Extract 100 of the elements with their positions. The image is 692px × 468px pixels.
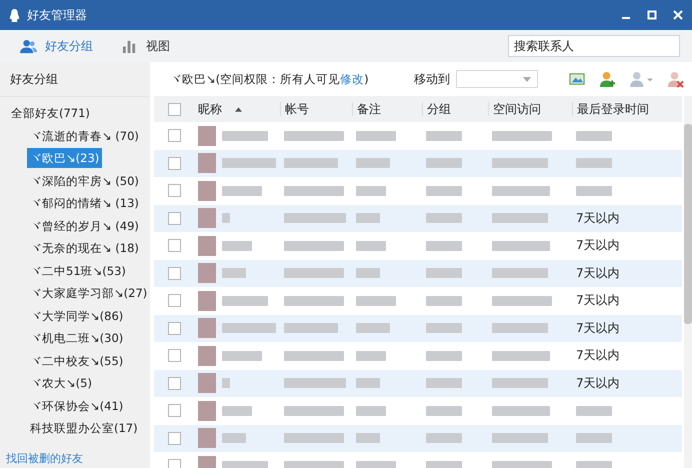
table-cell: 7天以内 xyxy=(576,210,620,227)
blurred-text xyxy=(284,350,344,361)
blurred-text xyxy=(492,350,550,361)
blurred-text xyxy=(426,296,462,306)
tree-item[interactable]: ヾ大学同学↘(86) xyxy=(27,306,126,326)
avatar-placeholder xyxy=(198,263,216,284)
blurred-text xyxy=(222,296,268,306)
row-checkbox[interactable] xyxy=(168,129,180,142)
blurred-text xyxy=(492,186,550,196)
blurred-text xyxy=(576,186,612,196)
caret-icon xyxy=(523,76,531,82)
search-field[interactable]: 搜索联系人 xyxy=(508,35,680,57)
row-checkbox[interactable] xyxy=(168,349,180,362)
close-icon[interactable] xyxy=(672,9,684,21)
blurred-text xyxy=(492,433,548,444)
blurred-text xyxy=(222,158,276,168)
group-permission-text: ヾ欧巴↘(空间权限：所有人可见修改) xyxy=(170,72,369,86)
blurred-text xyxy=(356,268,380,278)
scrollbar[interactable] xyxy=(684,96,692,468)
remove-person-icon[interactable] xyxy=(667,70,684,88)
person-dropdown-icon[interactable] xyxy=(629,70,654,88)
tree-item[interactable]: ヾ二中51班↘(53) xyxy=(27,260,129,280)
blurred-text xyxy=(492,213,548,224)
table-cell: 7天以内 xyxy=(576,374,620,392)
tree-item[interactable]: ヾ机电二班↘(30) xyxy=(27,328,126,348)
tree-item[interactable]: ヾ二中校友↘(55) xyxy=(27,350,126,370)
row-checkbox[interactable] xyxy=(168,266,180,280)
blurred-text xyxy=(426,240,462,251)
tree-item[interactable]: ヾ农大↘(5) xyxy=(27,373,95,393)
blurred-text xyxy=(284,378,346,388)
blurred-text xyxy=(576,433,612,444)
blurred-text xyxy=(356,158,390,168)
blurred-text xyxy=(356,130,396,141)
blurred-text xyxy=(284,158,338,168)
sidebar-title: 好友分组 xyxy=(0,62,150,97)
tree-item[interactable]: 全部好友(771) xyxy=(8,103,93,123)
blurred-text xyxy=(492,460,552,468)
blurred-text xyxy=(284,186,344,196)
row-checkbox[interactable] xyxy=(168,404,180,418)
row-checkbox[interactable] xyxy=(168,184,180,198)
table-cell: 7天以内 xyxy=(576,237,620,254)
blurred-text xyxy=(222,460,268,468)
tree-item[interactable]: ヾ无奈的现在↘ (18) xyxy=(27,238,142,258)
avatar-placeholder xyxy=(198,208,216,228)
tree-item[interactable]: ヾ郁闷的情绪↘ (13) xyxy=(27,193,142,213)
sort-ascending-icon xyxy=(235,106,242,112)
recover-deleted-link[interactable]: 找回被删的好友 xyxy=(6,451,83,466)
blurred-text xyxy=(492,240,550,251)
tree-item[interactable]: ヾ深陷的牢房↘ (50) xyxy=(27,170,142,190)
blurred-text xyxy=(426,186,462,196)
avatar-placeholder xyxy=(198,373,216,394)
blurred-text xyxy=(576,460,612,468)
blurred-text xyxy=(284,323,338,334)
toolbar-tab[interactable]: 好友分组 xyxy=(18,36,95,56)
blurred-text xyxy=(222,240,252,251)
blurred-text xyxy=(222,406,252,416)
column-header[interactable]: 帐号 xyxy=(280,102,352,116)
tree-item[interactable]: ヾ环保协会↘(41) xyxy=(27,396,126,416)
card-icon[interactable] xyxy=(569,70,586,88)
row-checkbox[interactable] xyxy=(168,432,180,445)
scrollbar-thumb[interactable] xyxy=(684,124,692,324)
tree-item[interactable]: ヾ欧巴↘(23) xyxy=(27,148,102,168)
blurred-text xyxy=(356,213,380,224)
blurred-text xyxy=(284,433,344,444)
move-to-dropdown[interactable] xyxy=(456,70,538,88)
row-checkbox[interactable] xyxy=(168,322,180,335)
add-person-icon[interactable] xyxy=(599,70,616,88)
column-header[interactable]: 昵称 xyxy=(194,102,280,116)
blurred-text xyxy=(492,406,550,416)
row-checkbox[interactable] xyxy=(168,156,180,170)
blurred-text xyxy=(356,323,390,334)
blurred-text xyxy=(492,323,548,334)
blurred-text xyxy=(492,296,552,306)
tree-item[interactable]: 科技联盟办公室(17) xyxy=(27,418,141,438)
blurred-text xyxy=(426,158,462,168)
row-checkbox[interactable] xyxy=(168,294,180,308)
tree-item[interactable]: ヾ曾经的岁月↘ (49) xyxy=(27,216,142,236)
blurred-text xyxy=(222,268,246,278)
row-checkbox[interactable] xyxy=(168,239,180,252)
blurred-text xyxy=(356,350,386,361)
modify-link[interactable]: 修改 xyxy=(340,72,364,86)
blurred-text xyxy=(222,323,276,334)
tree-item[interactable]: ヾ流逝的青春↘ (70) xyxy=(27,126,142,146)
blurred-text xyxy=(356,296,396,306)
column-header[interactable]: 最后登录时间 xyxy=(572,102,676,116)
blurred-text xyxy=(284,406,344,416)
tree-item[interactable]: ヾ大家庭学习部↘(27) xyxy=(27,283,150,303)
blurred-text xyxy=(284,460,344,468)
column-header[interactable]: 空间访问 xyxy=(488,102,572,116)
blurred-text xyxy=(426,460,462,468)
row-checkbox[interactable] xyxy=(168,212,180,225)
column-header[interactable]: 备注 xyxy=(352,102,422,116)
maximize-icon[interactable] xyxy=(646,9,658,21)
row-checkbox[interactable] xyxy=(168,376,180,390)
table-cell: 7天以内 xyxy=(576,292,620,310)
select-all-checkbox[interactable] xyxy=(168,102,180,116)
column-header[interactable]: 分组 xyxy=(422,102,488,116)
avatar-placeholder xyxy=(198,126,216,146)
blurred-text xyxy=(222,186,262,196)
toolbar-tab[interactable]: 视图 xyxy=(119,36,172,56)
